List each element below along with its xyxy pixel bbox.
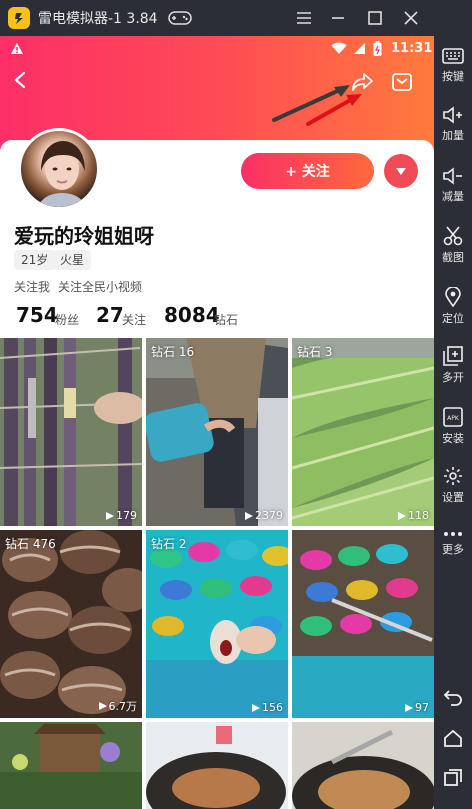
- play-icon: [405, 703, 413, 712]
- link-follow-app[interactable]: 关注全民小视频: [58, 278, 142, 295]
- location-pin-icon: [445, 287, 461, 307]
- apk-install-icon: APK: [443, 407, 463, 427]
- thumb-greens: [292, 338, 434, 526]
- diamonds-count[interactable]: 8084: [164, 303, 220, 327]
- fans-count[interactable]: 754: [16, 303, 58, 327]
- video-thumbnail[interactable]: [292, 722, 434, 809]
- volume-up-icon: [443, 106, 462, 124]
- play-count: 2379: [245, 509, 283, 522]
- play-count: 156: [252, 701, 283, 714]
- caret-down-icon: [396, 167, 406, 175]
- more-options-button[interactable]: [384, 154, 418, 188]
- emulator-title: 雷电模拟器-1 3.84: [38, 11, 158, 27]
- scissors-icon: [443, 226, 463, 246]
- message-icon[interactable]: [392, 73, 412, 91]
- phone-screen: 11:31 + 关注 爱玩的玲姐姐呀 21岁 火星 关注我 关注全民小视频 75…: [0, 36, 434, 809]
- emulator-window: 雷电模拟器-1 3.84 11:31 + 关注 爱玩的玲姐姐呀 21岁 火星 关…: [0, 0, 472, 809]
- play-count: 118: [398, 509, 429, 522]
- menu-icon[interactable]: [286, 0, 322, 36]
- more-dots-icon: [444, 532, 462, 536]
- play-icon: [98, 702, 107, 710]
- thumb-man-bucket: [146, 338, 288, 526]
- video-thumbnail[interactable]: 钻石 16 2379: [146, 338, 288, 526]
- thumb-garden: [0, 722, 142, 809]
- video-thumbnail[interactable]: [146, 722, 288, 809]
- emulator-sidebar: 按键 加量 减量 截图 定位 多开 APK 安装 设置 更多: [434, 0, 472, 809]
- svg-text:APK: APK: [447, 415, 460, 422]
- fans-label: 粉丝: [55, 313, 80, 327]
- gamepad-icon[interactable]: [167, 11, 192, 25]
- sidebar-item-location[interactable]: 定位: [434, 287, 472, 326]
- diamond-badge: 钻石 16: [151, 345, 195, 359]
- minimize-icon[interactable]: [320, 0, 356, 36]
- nav-back-button[interactable]: [434, 688, 472, 709]
- diamond-badge: 钻石 2: [151, 537, 187, 551]
- battery-icon: [373, 41, 382, 56]
- video-thumbnail[interactable]: 钻石 2 156: [146, 530, 288, 718]
- sidebar-item-volume-up[interactable]: 加量: [434, 106, 472, 143]
- tag-location: 火星: [53, 250, 92, 270]
- keyboard-icon: [442, 48, 464, 64]
- status-bar: 11:31: [0, 36, 434, 62]
- video-thumbnail[interactable]: 179: [0, 338, 142, 526]
- sidebar-item-screenshot[interactable]: 截图: [434, 226, 472, 265]
- thumb-shells-toy: [146, 530, 288, 718]
- following-count[interactable]: 27: [96, 303, 124, 327]
- video-thumbnail[interactable]: 钻石 3 118: [292, 338, 434, 526]
- volume-down-icon: [443, 167, 462, 185]
- follow-button[interactable]: + 关注: [241, 153, 374, 189]
- thumb-wok2: [292, 722, 434, 809]
- sidebar-item-install[interactable]: APK 安装: [434, 407, 472, 446]
- thumb-seeds: [0, 530, 142, 718]
- nav-home-button[interactable]: [434, 729, 472, 750]
- play-count: 97: [405, 701, 429, 714]
- video-thumbnail[interactable]: 97: [292, 530, 434, 718]
- sidebar-item-more[interactable]: 更多: [434, 530, 472, 557]
- user-name: 爱玩的玲姐姐呀: [14, 224, 154, 248]
- sidebar-item-multi-instance[interactable]: 多开: [434, 346, 472, 385]
- emulator-logo-icon: [8, 7, 30, 29]
- video-thumbnail[interactable]: [0, 722, 142, 809]
- emulator-titlebar: 雷电模拟器-1 3.84: [0, 0, 472, 36]
- diamond-badge: 钻石 3: [297, 345, 333, 359]
- link-follow-me[interactable]: 关注我: [14, 278, 50, 295]
- warning-icon: [11, 43, 23, 54]
- video-grid: 179 钻石 16 2379 钻石 3 118 钻石 476 6.7万 钻石 2: [0, 338, 434, 809]
- annotation-arrow-red: [306, 94, 362, 126]
- play-icon: [252, 703, 260, 712]
- sidebar-item-volume-down[interactable]: 减量: [434, 167, 472, 204]
- wifi-icon: [331, 42, 347, 54]
- sidebar-item-settings[interactable]: 设置: [434, 466, 472, 505]
- back-icon: [443, 690, 462, 706]
- play-count: 179: [106, 509, 137, 522]
- thumb-sugarcane: [0, 338, 142, 526]
- recents-icon: [444, 769, 462, 786]
- close-icon[interactable]: [393, 0, 429, 36]
- play-icon: [106, 511, 114, 520]
- nav-recents-button[interactable]: [434, 769, 472, 790]
- diamond-badge: 钻石 476: [5, 537, 56, 551]
- play-icon: [245, 511, 253, 520]
- video-thumbnail[interactable]: 钻石 476 6.7万: [0, 530, 142, 718]
- following-label: 关注: [122, 313, 147, 327]
- clock: 11:31: [391, 41, 433, 56]
- tag-age: 21岁: [14, 250, 56, 270]
- thumb-wok: [146, 722, 288, 809]
- maximize-icon[interactable]: [357, 0, 393, 36]
- profile-card: + 关注 爱玩的玲姐姐呀 21岁 火星 关注我 关注全民小视频 754 粉丝 2…: [0, 128, 434, 370]
- signal-icon: [354, 43, 365, 54]
- diamonds-label: 钻石: [214, 313, 239, 327]
- play-icon: [398, 511, 406, 520]
- multi-window-icon: [443, 346, 463, 366]
- play-count: 6.7万: [98, 698, 137, 714]
- sidebar-item-keymap[interactable]: 按键: [434, 47, 472, 84]
- avatar[interactable]: [18, 128, 100, 210]
- back-arrow-icon[interactable]: [12, 71, 30, 89]
- thumb-shells: [292, 530, 434, 718]
- gear-icon: [444, 467, 462, 485]
- home-icon: [444, 729, 462, 747]
